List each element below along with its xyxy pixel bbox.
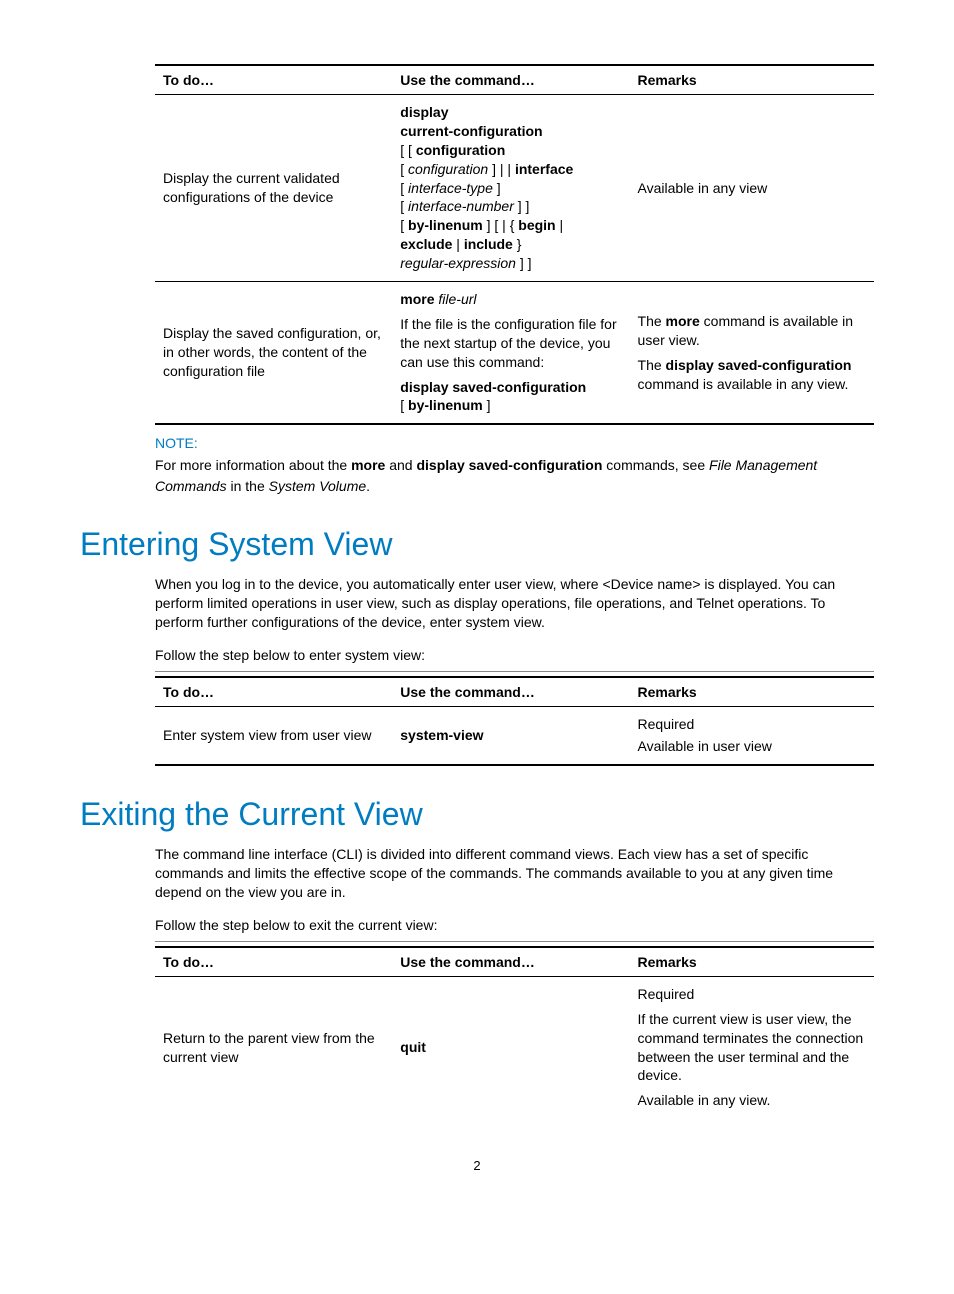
t1r2-remarks: The more command is available in user vi… bbox=[630, 282, 874, 425]
table3-header-row: To do… Use the command… Remarks bbox=[155, 947, 874, 977]
text: exclude bbox=[400, 236, 452, 252]
text: ] bbox=[493, 180, 501, 196]
text: display saved-configuration bbox=[416, 457, 602, 473]
text: configuration bbox=[408, 161, 488, 177]
heading-entering-system-view: Entering System View bbox=[80, 526, 874, 563]
table3: To do… Use the command… Remarks Return t… bbox=[155, 946, 874, 1118]
th-remarks: Remarks bbox=[630, 65, 874, 95]
text: commands, see bbox=[602, 457, 709, 473]
table2-header-row: To do… Use the command… Remarks bbox=[155, 677, 874, 707]
note-body: For more information about the more and … bbox=[155, 455, 874, 496]
text: include bbox=[464, 236, 513, 252]
text: begin bbox=[518, 217, 555, 233]
text: [ bbox=[400, 161, 408, 177]
text: The bbox=[638, 357, 666, 373]
text: For more information about the bbox=[155, 457, 351, 473]
heading-exiting-current-view: Exiting the Current View bbox=[80, 796, 874, 833]
table1: To do… Use the command… Remarks Display … bbox=[155, 64, 874, 425]
table1-row2: Display the saved configuration, or, in … bbox=[155, 282, 874, 425]
text: The bbox=[638, 313, 666, 329]
t2r1-todo: Enter system view from user view bbox=[155, 706, 392, 765]
text: interface-number bbox=[408, 198, 514, 214]
th-todo: To do… bbox=[155, 65, 392, 95]
table1-row1: Display the current validated configurat… bbox=[155, 95, 874, 282]
text: Available in any view. bbox=[638, 1091, 866, 1110]
text: current-configuration bbox=[400, 123, 542, 139]
text: [ bbox=[400, 397, 408, 413]
th-todo: To do… bbox=[155, 677, 392, 707]
note-block: NOTE: For more information about the mor… bbox=[155, 435, 874, 496]
text: regular-expression bbox=[400, 255, 516, 271]
section1-para: When you log in to the device, you autom… bbox=[155, 575, 874, 632]
t1r1-cmd: display current-configuration [ [ config… bbox=[392, 95, 629, 282]
text: more bbox=[666, 313, 700, 329]
table2-row1: Enter system view from user view system-… bbox=[155, 706, 874, 765]
text: } bbox=[513, 236, 522, 252]
th-remarks: Remarks bbox=[630, 947, 874, 977]
table1-header-row: To do… Use the command… Remarks bbox=[155, 65, 874, 95]
text: If the current view is user view, the co… bbox=[638, 1010, 866, 1086]
text: System Volume bbox=[269, 478, 367, 494]
rule bbox=[155, 671, 874, 672]
text: [ [ bbox=[400, 142, 416, 158]
table1-wrapper: To do… Use the command… Remarks Display … bbox=[155, 64, 874, 425]
rule bbox=[155, 941, 874, 942]
text: more bbox=[351, 457, 385, 473]
text: system-view bbox=[400, 727, 483, 743]
th-remarks: Remarks bbox=[630, 677, 874, 707]
section2-lead: Follow the step below to exit the curren… bbox=[155, 916, 874, 935]
text: Available in user view bbox=[638, 737, 866, 756]
text: command is available in any view. bbox=[638, 376, 849, 392]
text: display saved-configuration bbox=[400, 379, 586, 395]
text: [ bbox=[400, 198, 408, 214]
t3r1-cmd: quit bbox=[392, 976, 629, 1118]
page-number: 2 bbox=[80, 1158, 874, 1173]
th-todo: To do… bbox=[155, 947, 392, 977]
t3r1-remarks: Required If the current view is user vie… bbox=[630, 976, 874, 1118]
text: | bbox=[452, 236, 463, 252]
text: . bbox=[366, 478, 370, 494]
text: display saved-configuration bbox=[666, 357, 852, 373]
text: [ bbox=[400, 217, 408, 233]
text: interface-type bbox=[408, 180, 493, 196]
text: and bbox=[385, 457, 416, 473]
text: ] ] bbox=[514, 198, 530, 214]
table2: To do… Use the command… Remarks Enter sy… bbox=[155, 676, 874, 767]
t1r1-todo: Display the current validated configurat… bbox=[155, 95, 392, 282]
t2r1-cmd: system-view bbox=[392, 706, 629, 765]
section2-para: The command line interface (CLI) is divi… bbox=[155, 845, 874, 902]
t1r1-remarks: Available in any view bbox=[630, 95, 874, 282]
text: | bbox=[556, 217, 564, 233]
t1r2-todo: Display the saved configuration, or, in … bbox=[155, 282, 392, 425]
text: ] | | bbox=[488, 161, 515, 177]
text: ] bbox=[483, 397, 491, 413]
text: more bbox=[400, 291, 434, 307]
section1-lead: Follow the step below to enter system vi… bbox=[155, 646, 874, 665]
text: ] [ | { bbox=[483, 217, 519, 233]
text: ] ] bbox=[516, 255, 532, 271]
text: [ bbox=[400, 180, 408, 196]
th-cmd: Use the command… bbox=[392, 677, 629, 707]
text: by-linenum bbox=[408, 217, 483, 233]
text: Required bbox=[638, 715, 866, 734]
text: quit bbox=[400, 1039, 426, 1055]
text: interface bbox=[515, 161, 573, 177]
text: file-url bbox=[435, 291, 477, 307]
th-cmd: Use the command… bbox=[392, 947, 629, 977]
text: If the file is the configuration file fo… bbox=[400, 315, 621, 372]
text: display bbox=[400, 104, 448, 120]
text: by-linenum bbox=[408, 397, 483, 413]
th-cmd: Use the command… bbox=[392, 65, 629, 95]
text: Required bbox=[638, 985, 866, 1004]
note-label: NOTE: bbox=[155, 435, 874, 451]
t2r1-remarks: Required Available in user view bbox=[630, 706, 874, 765]
text: configuration bbox=[416, 142, 505, 158]
text: in the bbox=[227, 478, 269, 494]
table3-row1: Return to the parent view from the curre… bbox=[155, 976, 874, 1118]
t3r1-todo: Return to the parent view from the curre… bbox=[155, 976, 392, 1118]
t1r2-cmd: more file-url If the file is the configu… bbox=[392, 282, 629, 425]
